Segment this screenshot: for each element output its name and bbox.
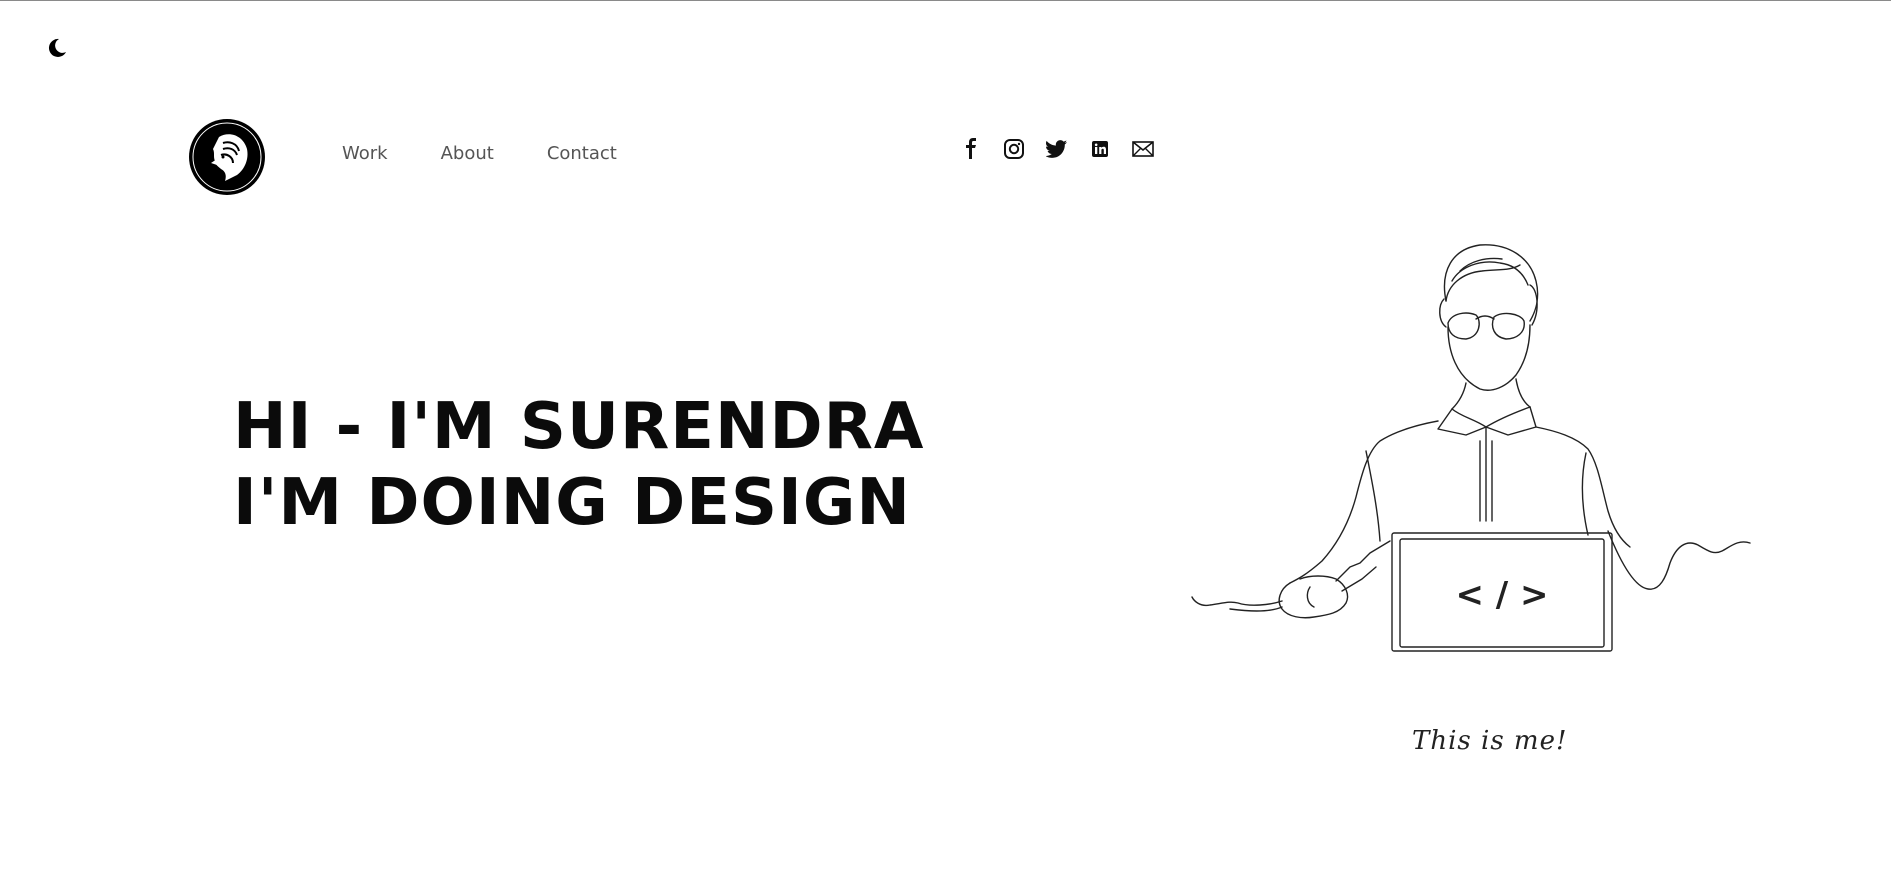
instagram-icon — [1004, 139, 1024, 159]
social-links — [959, 137, 1174, 161]
dark-mode-toggle[interactable] — [44, 35, 70, 61]
main-nav: Work About Contact — [342, 143, 617, 164]
illustration-caption: This is me! — [1412, 726, 1568, 756]
facebook-link[interactable] — [959, 137, 983, 161]
facebook-icon — [966, 138, 976, 159]
instagram-link[interactable] — [1002, 137, 1026, 161]
screen-code-symbol: < / > — [1455, 575, 1548, 615]
email-link[interactable] — [1131, 137, 1155, 161]
nav-link-about[interactable]: About — [441, 143, 494, 164]
nav-link-contact[interactable]: Contact — [547, 143, 617, 164]
moon-icon — [48, 38, 66, 57]
linkedin-link[interactable] — [1088, 137, 1112, 161]
twitter-icon — [1046, 140, 1068, 158]
hero-line-2: I'M DOING DESIGN — [233, 466, 911, 540]
mail-icon — [1132, 141, 1154, 157]
nav-link-work[interactable]: Work — [342, 143, 388, 164]
twitter-link[interactable] — [1045, 137, 1069, 161]
linkedin-icon — [1092, 141, 1108, 157]
hero-heading: HI - I'M SURENDRA I'M DOING DESIGN — [233, 389, 924, 541]
hero-line-1: HI - I'M SURENDRA — [233, 390, 925, 464]
lion-logo-icon — [190, 120, 264, 194]
logo-link[interactable] — [189, 119, 265, 195]
developer-illustration: < / > — [1191, 244, 1751, 652]
